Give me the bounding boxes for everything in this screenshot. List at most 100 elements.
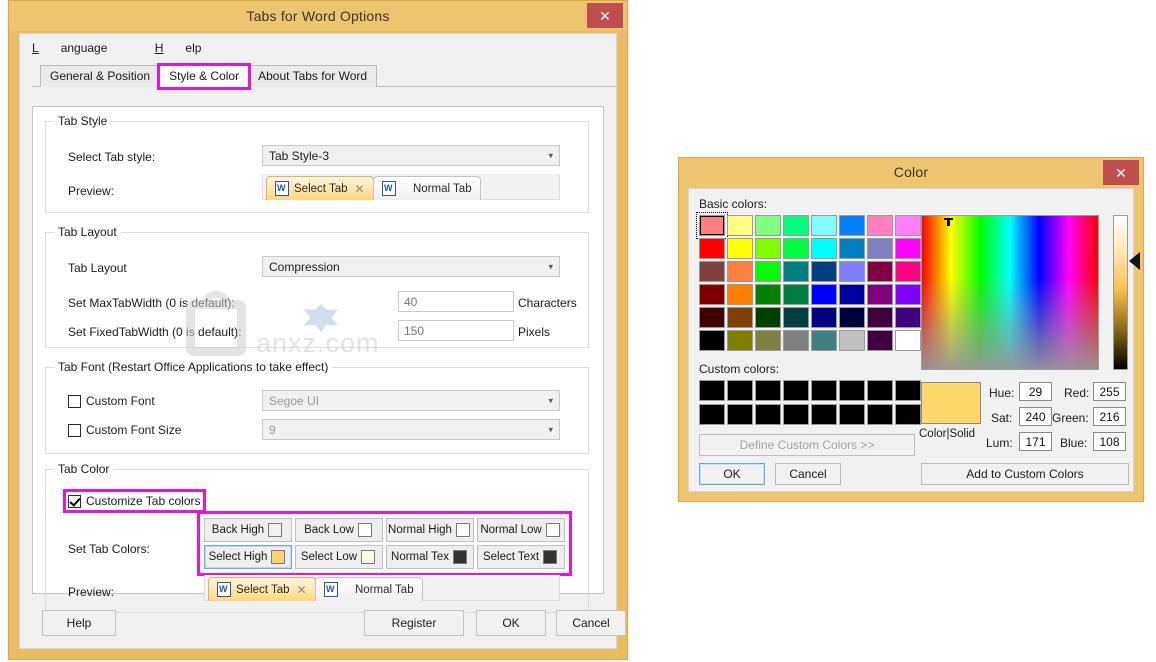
custom-font-combo[interactable]: Segoe UI ▾	[262, 390, 560, 411]
custom-font-size-checkbox[interactable]: Custom Font Size	[68, 423, 181, 437]
basic-color-swatch[interactable]	[755, 238, 781, 259]
basic-color-swatch[interactable]	[839, 261, 865, 282]
custom-color-swatch[interactable]	[811, 404, 837, 425]
basic-color-swatch[interactable]	[811, 215, 837, 236]
basic-color-swatch[interactable]	[755, 215, 781, 236]
custom-color-swatch[interactable]	[699, 380, 725, 401]
luminance-slider-thumb[interactable]	[1129, 252, 1140, 270]
menu-item-help[interactable]: Help	[155, 41, 224, 55]
custom-color-swatch[interactable]	[867, 380, 893, 401]
tab-style-color[interactable]: Style & Color	[157, 63, 252, 90]
basic-color-swatch[interactable]	[699, 284, 725, 305]
basic-color-swatch[interactable]	[867, 238, 893, 259]
basic-color-swatch[interactable]	[867, 330, 893, 351]
basic-color-swatch[interactable]	[699, 307, 725, 328]
basic-color-swatch[interactable]	[783, 261, 809, 282]
basic-color-swatch[interactable]	[699, 261, 725, 282]
custom-color-swatch[interactable]	[895, 404, 921, 425]
basic-color-swatch[interactable]	[811, 284, 837, 305]
basic-color-swatch[interactable]	[727, 307, 753, 328]
luminance-slider[interactable]	[1113, 215, 1128, 370]
custom-color-swatch[interactable]	[839, 404, 865, 425]
close-icon[interactable]: ✕	[1103, 160, 1139, 185]
color-button-select-high[interactable]: Select High	[204, 545, 292, 569]
sat-input[interactable]: 240	[1019, 407, 1052, 426]
preview-tab-close-icon[interactable]: ✕	[297, 583, 307, 597]
basic-color-swatch[interactable]	[895, 330, 921, 351]
color-spectrum-picker[interactable]	[921, 215, 1099, 370]
basic-color-swatch[interactable]	[811, 330, 837, 351]
basic-color-swatch[interactable]	[783, 215, 809, 236]
basic-color-swatch[interactable]	[727, 261, 753, 282]
basic-color-swatch[interactable]	[867, 215, 893, 236]
max-tab-width-input[interactable]: 40	[398, 291, 514, 312]
basic-color-swatch[interactable]	[755, 284, 781, 305]
basic-color-swatch[interactable]	[895, 238, 921, 259]
basic-color-swatch[interactable]	[727, 284, 753, 305]
basic-color-swatch[interactable]	[811, 261, 837, 282]
red-input[interactable]: 255	[1093, 382, 1126, 401]
basic-color-swatch[interactable]	[783, 330, 809, 351]
basic-color-swatch[interactable]	[895, 284, 921, 305]
custom-font-checkbox[interactable]: Custom Font	[68, 394, 155, 408]
custom-color-swatch[interactable]	[755, 380, 781, 401]
custom-color-swatch[interactable]	[783, 404, 809, 425]
basic-color-swatch[interactable]	[783, 238, 809, 259]
basic-color-swatch[interactable]	[811, 307, 837, 328]
basic-color-swatch[interactable]	[867, 307, 893, 328]
menu-item-language[interactable]: Language	[32, 41, 129, 55]
color-button-normal-high[interactable]: Normal High	[386, 518, 474, 542]
basic-color-swatch[interactable]	[755, 261, 781, 282]
fixed-tab-width-input[interactable]: 150	[398, 320, 514, 341]
custom-color-swatch[interactable]	[727, 404, 753, 425]
add-to-custom-colors-button[interactable]: Add to Custom Colors	[921, 463, 1129, 485]
basic-color-swatch[interactable]	[699, 330, 725, 351]
customize-tab-colors-checkbox[interactable]: Customize Tab colors	[63, 489, 206, 513]
tab-about-tabs-for-word[interactable]: About Tabs for Word	[248, 65, 378, 87]
custom-color-swatch[interactable]	[783, 380, 809, 401]
color-button-select-text[interactable]: Select Text	[477, 545, 565, 569]
color-dialog-cancel-button[interactable]: Cancel	[775, 463, 841, 485]
color-button-select-low[interactable]: Select Low	[295, 545, 383, 569]
register-button[interactable]: Register	[364, 610, 464, 636]
color-button-normal-text[interactable]: Normal Tex	[386, 545, 474, 569]
custom-color-swatch[interactable]	[699, 404, 725, 425]
color-button-back-high[interactable]: Back High	[204, 518, 292, 542]
define-custom-colors-button[interactable]: Define Custom Colors >>	[699, 434, 915, 456]
preview-normal-tab[interactable]: Normal Tab	[315, 577, 423, 601]
preview-normal-tab[interactable]: Normal Tab	[373, 176, 481, 200]
custom-color-swatch[interactable]	[839, 380, 865, 401]
basic-color-swatch[interactable]	[755, 330, 781, 351]
green-input[interactable]: 216	[1093, 407, 1126, 426]
custom-color-swatch[interactable]	[895, 380, 921, 401]
basic-color-swatch[interactable]	[839, 215, 865, 236]
color-dialog-ok-button[interactable]: OK	[699, 463, 765, 485]
custom-color-swatch[interactable]	[727, 380, 753, 401]
basic-color-swatch[interactable]	[699, 238, 725, 259]
basic-color-swatch[interactable]	[696, 212, 728, 239]
basic-color-swatch[interactable]	[895, 307, 921, 328]
hue-input[interactable]: 29	[1019, 382, 1052, 401]
color-button-back-low[interactable]: Back Low	[295, 518, 383, 542]
cancel-button[interactable]: Cancel	[556, 610, 626, 636]
tab-layout-combo[interactable]: Compression ▾	[262, 256, 560, 277]
custom-color-swatch[interactable]	[867, 404, 893, 425]
basic-color-swatch[interactable]	[783, 307, 809, 328]
basic-color-swatch[interactable]	[867, 284, 893, 305]
close-icon[interactable]: ✕	[587, 3, 623, 28]
custom-font-size-combo[interactable]: 9 ▾	[262, 419, 560, 440]
basic-color-swatch[interactable]	[839, 307, 865, 328]
basic-color-swatch[interactable]	[895, 261, 921, 282]
basic-color-swatch[interactable]	[727, 330, 753, 351]
color-button-normal-low[interactable]: Normal Low	[477, 518, 565, 542]
blue-input[interactable]: 108	[1093, 432, 1126, 451]
lum-input[interactable]: 171	[1019, 432, 1052, 451]
help-button[interactable]: Help	[42, 610, 116, 636]
custom-color-swatch[interactable]	[811, 380, 837, 401]
basic-color-swatch[interactable]	[839, 284, 865, 305]
basic-color-swatch[interactable]	[727, 215, 753, 236]
basic-color-swatch[interactable]	[895, 215, 921, 236]
basic-color-swatch[interactable]	[727, 238, 753, 259]
preview-tab-close-icon[interactable]: ✕	[355, 182, 365, 196]
ok-button[interactable]: OK	[476, 610, 546, 636]
